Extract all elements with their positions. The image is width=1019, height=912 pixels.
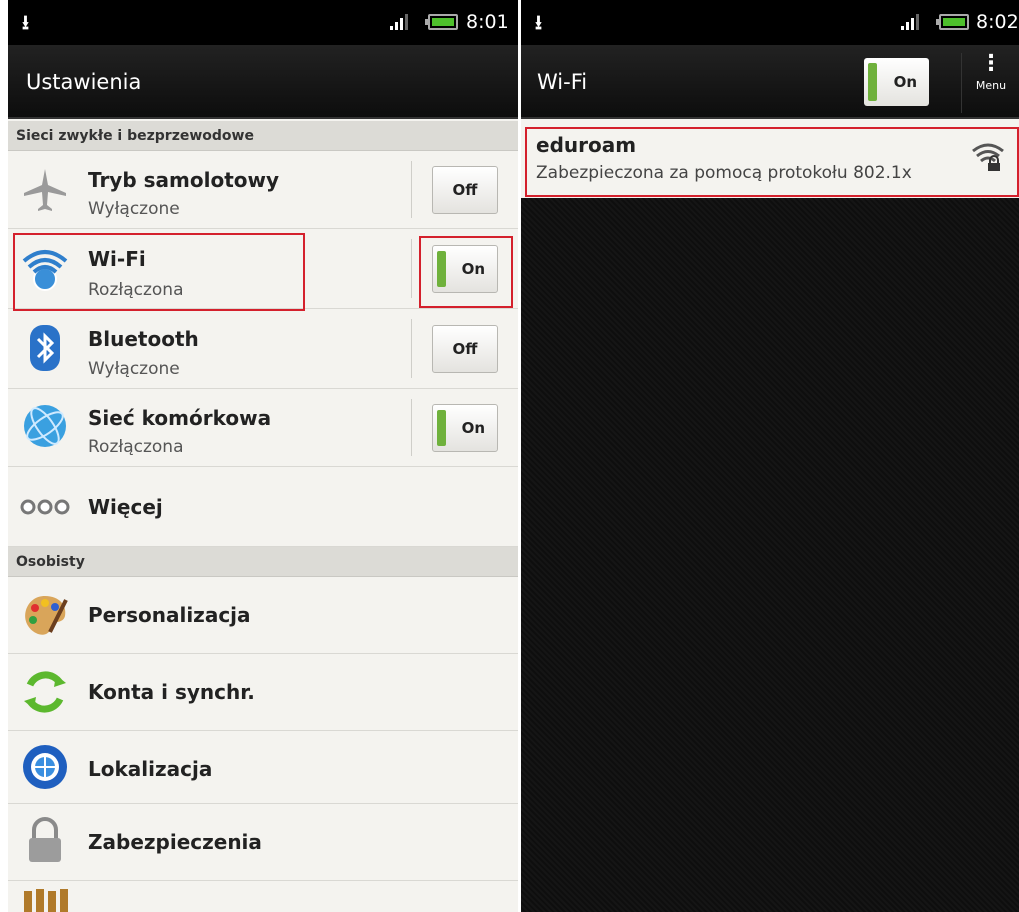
item-subtitle: Wyłączone: [88, 199, 180, 219]
item-subtitle: Wyłączone: [88, 359, 180, 379]
settings-screen: ⭳ 8:01 Ustawienia Sieci zwykłe i bezprze…: [8, 0, 518, 912]
overflow-menu-icon: ⋮: [980, 51, 1002, 76]
status-time: 8:02: [976, 11, 1019, 33]
signal-icon: [390, 14, 408, 30]
airplane-icon: [24, 169, 66, 211]
settings-item-location[interactable]: Lokalizacja: [8, 731, 518, 804]
settings-item-accounts-sync[interactable]: Konta i synchr.: [8, 654, 518, 731]
status-bar: ⭳ 8:02: [521, 0, 1019, 45]
section-header-personal: Osobisty: [8, 547, 518, 577]
wifi-screen: ⭳ 8:02 Wi-Fi On ⋮ Menu eduroam Zabezpiec…: [521, 0, 1019, 912]
bluetooth-toggle[interactable]: Off: [432, 325, 498, 373]
status-bar: ⭳ 8:01: [8, 0, 518, 45]
settings-item-more[interactable]: Więcej: [8, 467, 518, 547]
settings-item-personalization[interactable]: Personalizacja: [8, 577, 518, 654]
settings-item-partial: [8, 881, 518, 912]
settings-item-mobile-network[interactable]: Sieć komórkowa Rozłączona On: [8, 389, 518, 467]
action-bar: Wi-Fi On ⋮ Menu: [521, 45, 1019, 119]
settings-item-airplane[interactable]: Tryb samolotowy Wyłączone Off: [8, 151, 518, 229]
mobile-network-toggle[interactable]: On: [432, 404, 498, 452]
item-title: Bluetooth: [88, 327, 199, 351]
item-title: Tryb samolotowy: [88, 168, 280, 192]
battery-icon: [936, 14, 969, 30]
fence-icon: [24, 889, 68, 912]
item-title: Lokalizacja: [88, 757, 213, 781]
item-title: Personalizacja: [88, 603, 251, 627]
palette-icon: [25, 596, 68, 635]
airplane-toggle[interactable]: Off: [432, 166, 498, 214]
bluetooth-icon: [30, 325, 60, 371]
item-title: Sieć komórkowa: [88, 406, 272, 430]
menu-label: Menu: [975, 79, 1007, 92]
highlight-wifi-item: [13, 233, 305, 311]
globe-icon: [24, 405, 66, 447]
settings-item-bluetooth[interactable]: Bluetooth Wyłączone Off: [8, 309, 518, 389]
item-subtitle: Rozłączona: [88, 437, 184, 457]
settings-item-security[interactable]: Zabezpieczenia: [8, 804, 518, 881]
section-header-networks: Sieci zwykłe i bezprzewodowe: [8, 121, 518, 151]
action-bar: Ustawienia: [8, 45, 518, 119]
download-icon: ⭳: [22, 10, 29, 34]
status-time: 8:01: [466, 11, 509, 33]
wifi-master-toggle[interactable]: On: [864, 58, 929, 106]
sync-icon: [24, 671, 66, 713]
more-icon: [20, 499, 70, 515]
highlight-network: [525, 127, 1019, 197]
item-title: Więcej: [88, 495, 163, 519]
page-title: Ustawienia: [26, 70, 142, 94]
empty-list-area: [521, 198, 1019, 912]
battery-icon: [425, 14, 458, 30]
page-title: Wi-Fi: [537, 70, 588, 94]
lock-icon: [29, 817, 61, 862]
highlight-wifi-toggle: [419, 236, 513, 308]
item-title: Konta i synchr.: [88, 680, 255, 704]
menu-button[interactable]: ⋮ Menu: [961, 53, 1019, 113]
location-icon: [23, 745, 67, 789]
item-title: Zabezpieczenia: [88, 830, 262, 854]
signal-icon: [901, 14, 919, 30]
download-icon: ⭳: [535, 10, 542, 34]
